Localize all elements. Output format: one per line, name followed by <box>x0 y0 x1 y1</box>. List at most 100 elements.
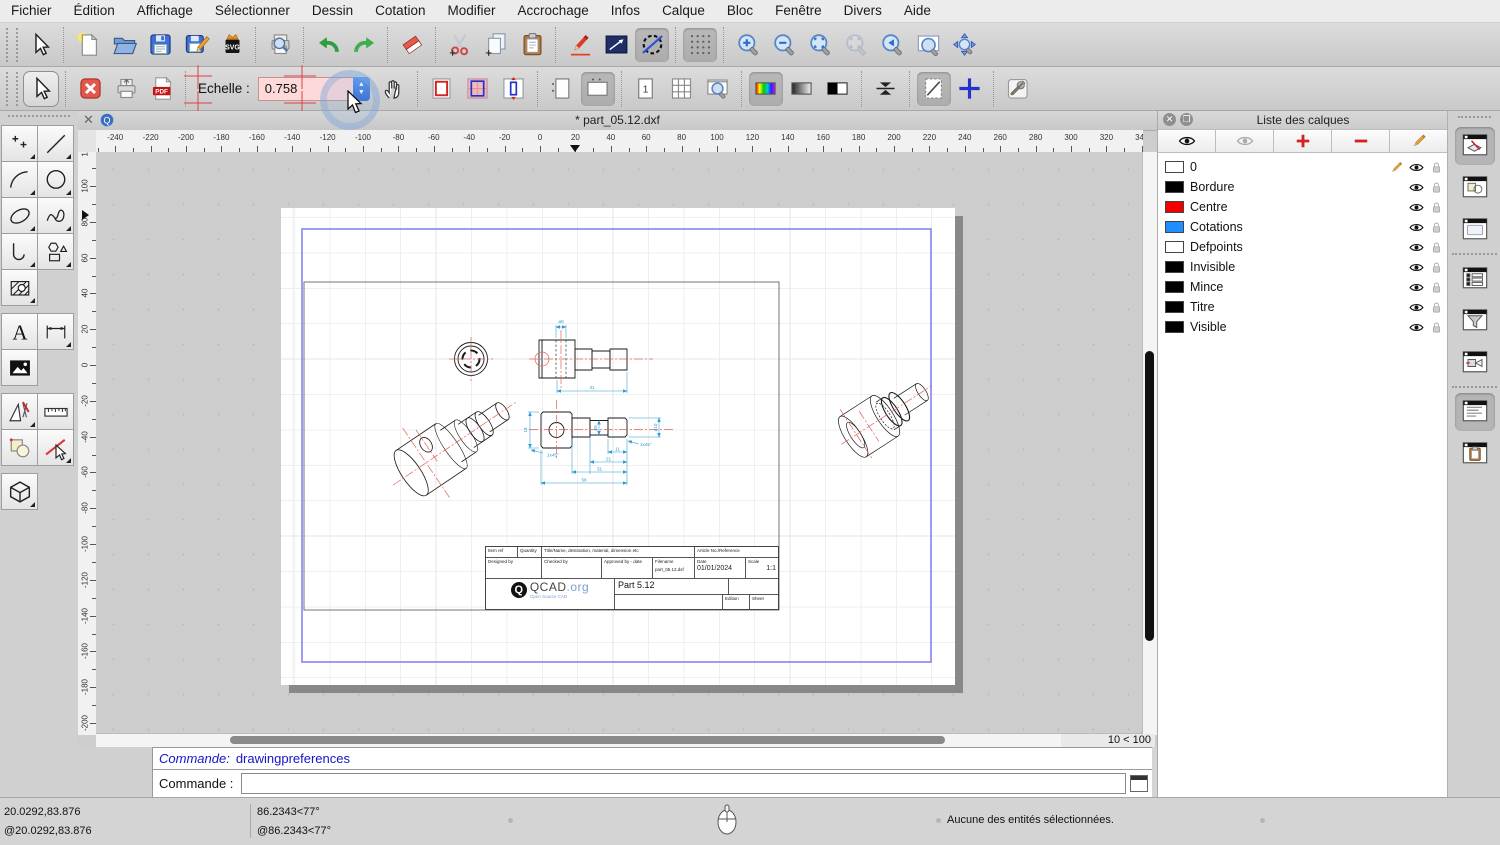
new-file-button[interactable] <box>71 28 105 62</box>
crosshair-button[interactable] <box>953 72 987 106</box>
hide-all-layers-button[interactable] <box>1216 129 1274 153</box>
spline-tools-button[interactable] <box>37 197 74 234</box>
block-list-panel-button[interactable] <box>1455 169 1495 207</box>
dimension-tools-button[interactable] <box>37 313 74 350</box>
layer-color-swatch[interactable] <box>1165 281 1184 293</box>
menu-edition[interactable]: Édition <box>63 0 126 22</box>
layer-list-panel-button[interactable] <box>1455 127 1495 165</box>
layer-row-bordure[interactable]: Bordure <box>1158 177 1448 197</box>
edit-layer-button[interactable] <box>1390 129 1448 153</box>
page-border-button[interactable] <box>425 72 459 106</box>
menu-accrochage[interactable]: Accrochage <box>506 0 599 22</box>
save-button[interactable] <box>143 28 177 62</box>
modify-tools-button[interactable] <box>37 429 74 466</box>
single-page-button[interactable]: 1 <box>629 72 663 106</box>
ellipse-tools-button[interactable] <box>1 197 38 234</box>
menu-bloc[interactable]: Bloc <box>716 0 764 22</box>
layer-visibility-eye-icon[interactable] <box>1408 259 1425 275</box>
horizontal-scrollbar-thumb[interactable] <box>230 736 945 744</box>
image-tool-button[interactable] <box>1 349 38 386</box>
hatch-tool-button[interactable] <box>1 269 38 306</box>
vertical-scrollbar[interactable] <box>1142 152 1157 735</box>
undo-button[interactable] <box>311 28 345 62</box>
full-color-button[interactable] <box>749 72 783 106</box>
print-button[interactable] <box>109 72 143 106</box>
save-as-button[interactable] <box>179 28 213 62</box>
multi-page-button[interactable] <box>665 72 699 106</box>
selection-filter-panel-button[interactable] <box>1455 302 1495 340</box>
misc-draw-tools-button[interactable] <box>1 393 38 430</box>
drawing-viewport[interactable]: ø8 41 <box>96 152 1143 735</box>
zoom-page-button[interactable] <box>701 72 735 106</box>
text-tool-button[interactable]: A <box>1 313 38 350</box>
menu-fichier[interactable]: Fichier <box>0 0 63 22</box>
line-tool-button[interactable] <box>599 28 633 62</box>
layer-visibility-eye-icon[interactable] <box>1408 159 1425 175</box>
preferences-button[interactable] <box>1001 72 1035 106</box>
layer-color-swatch[interactable] <box>1165 161 1184 173</box>
auto-fit-page-button[interactable] <box>497 72 531 106</box>
open-file-button[interactable] <box>107 28 141 62</box>
property-editor-panel-button[interactable] <box>1455 260 1495 298</box>
compress-button[interactable] <box>869 72 903 106</box>
palette-drag-handle[interactable] <box>8 115 70 123</box>
layer-visibility-eye-icon[interactable] <box>1408 279 1425 295</box>
layer-color-swatch[interactable] <box>1165 181 1184 193</box>
layer-visibility-eye-icon[interactable] <box>1408 319 1425 335</box>
delete-button[interactable] <box>395 28 429 62</box>
paste-button[interactable] <box>515 28 549 62</box>
layer-lock-icon[interactable] <box>1428 279 1445 295</box>
reset-action-button[interactable] <box>23 71 59 107</box>
toolbar-drag-handle[interactable] <box>6 28 18 62</box>
scale-stepper[interactable]: ▲▼ <box>353 77 370 101</box>
layer-row-invisible[interactable]: Invisible <box>1158 257 1448 277</box>
layer-row-titre[interactable]: Titre <box>1158 297 1448 317</box>
clipboard-panel-button[interactable] <box>1455 435 1495 473</box>
layer-row-defpoints[interactable]: Defpoints <box>1158 237 1448 257</box>
remove-layer-button[interactable] <box>1332 129 1390 153</box>
selection-tool-button[interactable] <box>23 28 57 62</box>
pdf-export-button[interactable]: PDF <box>145 72 179 106</box>
menu-affichage[interactable]: Affichage <box>126 0 204 22</box>
close-drawing-button[interactable] <box>73 72 107 106</box>
black-white-button[interactable] <box>821 72 855 106</box>
layer-panel-titlebar[interactable]: ✕ ❐ Liste des calques <box>1158 111 1448 130</box>
command-panel-button[interactable] <box>1455 344 1495 382</box>
zoom-out-button[interactable] <box>767 28 801 62</box>
menu-infos[interactable]: Infos <box>600 0 651 22</box>
vertical-scrollbar-thumb[interactable] <box>1145 351 1154 641</box>
add-layer-button[interactable] <box>1274 129 1332 153</box>
layer-lock-icon[interactable] <box>1428 319 1445 335</box>
circle-tools-button[interactable] <box>37 161 74 198</box>
block-tools-button[interactable] <box>1 429 38 466</box>
toolbar-drag-handle[interactable] <box>6 72 18 106</box>
shape-tools-button[interactable] <box>37 233 74 270</box>
menu-aide[interactable]: Aide <box>893 0 942 22</box>
layer-visibility-eye-icon[interactable] <box>1408 219 1425 235</box>
pan-hand-button[interactable] <box>377 72 411 106</box>
layer-lock-icon[interactable] <box>1428 159 1445 175</box>
strip-drag-handle[interactable] <box>1458 116 1491 123</box>
menu-divers[interactable]: Divers <box>833 0 893 22</box>
command-history-panel-button[interactable] <box>1455 393 1495 431</box>
grid-toggle-button[interactable] <box>683 28 717 62</box>
layer-color-swatch[interactable] <box>1165 321 1184 333</box>
zoom-window-button[interactable] <box>911 28 945 62</box>
command-panel-toggle-button[interactable] <box>1130 775 1148 792</box>
layer-visibility-eye-icon[interactable] <box>1408 299 1425 315</box>
layer-color-swatch[interactable] <box>1165 201 1184 213</box>
draft-mode-button[interactable] <box>917 72 951 106</box>
layer-lock-icon[interactable] <box>1428 299 1445 315</box>
polyline-tools-button[interactable] <box>1 233 38 270</box>
show-all-layers-button[interactable] <box>1158 129 1216 153</box>
layer-color-swatch[interactable] <box>1165 261 1184 273</box>
layer-visibility-eye-icon[interactable] <box>1408 199 1425 215</box>
zoom-selection-button[interactable] <box>839 28 873 62</box>
layer-row-cotations[interactable]: Cotations <box>1158 217 1448 237</box>
menu-calque[interactable]: Calque <box>651 0 716 22</box>
layer-lock-icon[interactable] <box>1428 179 1445 195</box>
cut-button[interactable] <box>443 28 477 62</box>
pan-button[interactable] <box>947 28 981 62</box>
layer-row-centre[interactable]: Centre <box>1158 197 1448 217</box>
menu-selectionner[interactable]: Sélectionner <box>204 0 301 22</box>
